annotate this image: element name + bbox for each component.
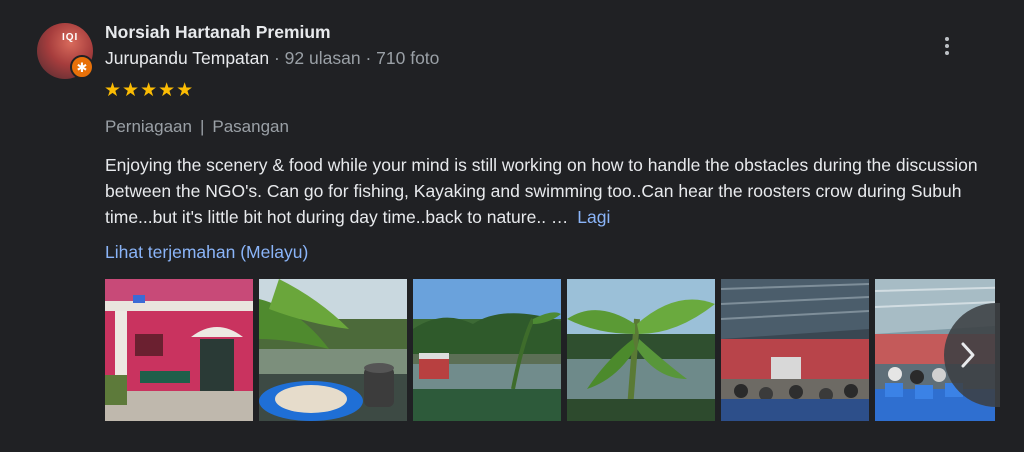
local-guide-star-icon: ✱: [70, 55, 94, 79]
photo-meeting-hall: [721, 279, 869, 421]
review-tags: Perniagaan | Pasangan: [105, 117, 289, 137]
local-guide-label: Jurupandu Tempatan: [105, 48, 270, 68]
review-text-block: Enjoying the scenery & food while your m…: [105, 152, 995, 230]
review-photo[interactable]: [413, 279, 561, 421]
tag-couple: Pasangan: [212, 117, 289, 136]
review-photo[interactable]: [721, 279, 869, 421]
photo-food: [259, 279, 407, 421]
review-text: Enjoying the scenery & food while your m…: [105, 155, 978, 227]
tag-business: Perniagaan: [105, 117, 192, 136]
more-options-button[interactable]: [936, 33, 958, 59]
more-vert-icon-dot: [945, 37, 949, 41]
more-vert-icon-dot: [945, 44, 949, 48]
review-photo[interactable]: [259, 279, 407, 421]
photos-count: · 710 foto: [365, 48, 440, 68]
more-vert-icon-dot: [945, 51, 949, 55]
tag-separator: |: [199, 117, 205, 136]
star-rating: ★★★★★: [104, 80, 195, 101]
translate-link[interactable]: Lihat terjemahan (Melayu): [105, 242, 308, 263]
photo-building: [105, 279, 253, 421]
reviewer-meta: Jurupandu Tempatan · 92 ulasan · 710 fot…: [105, 48, 439, 69]
avatar-logo: IQI: [62, 32, 79, 43]
photo-strip: [105, 279, 995, 421]
reviewer-name[interactable]: Norsiah Hartanah Premium: [105, 22, 331, 43]
reviews-count: · 92 ulasan: [273, 48, 361, 68]
chevron-right-icon: [961, 342, 975, 368]
review-photo[interactable]: [105, 279, 253, 421]
photo-lake: [413, 279, 561, 421]
photo-banana-tree: [567, 279, 715, 421]
more-link[interactable]: Lagi: [577, 207, 610, 227]
review-photo[interactable]: [567, 279, 715, 421]
